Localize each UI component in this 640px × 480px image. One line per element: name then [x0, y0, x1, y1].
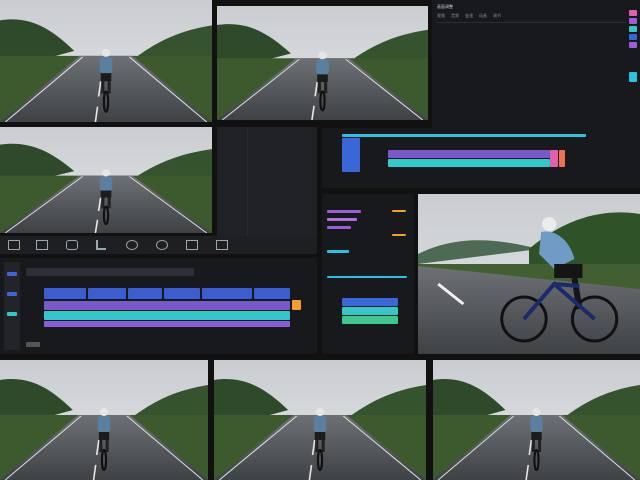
- track-purple[interactable]: [388, 150, 550, 158]
- timeline-progress: [342, 134, 586, 137]
- menu-video[interactable]: 视频: [437, 13, 445, 18]
- menu-adjust[interactable]: 调节: [493, 13, 501, 18]
- adjustment-panel: [322, 194, 414, 354]
- track-teal[interactable]: [388, 159, 550, 167]
- menu-audio[interactable]: 音频: [451, 13, 459, 18]
- purple-track[interactable]: [44, 301, 290, 310]
- window-title: 画面调整: [437, 4, 453, 9]
- clip-4[interactable]: [164, 288, 200, 299]
- timeline-editor: [0, 258, 317, 354]
- cyclist-photo-2: [217, 6, 428, 120]
- menu-speed[interactable]: 变速: [465, 13, 473, 18]
- zoom-control[interactable]: [26, 342, 40, 347]
- ruler: [26, 268, 194, 276]
- value-1: [392, 210, 406, 212]
- clip-1[interactable]: [44, 288, 86, 299]
- track-marker-red[interactable]: [559, 150, 565, 167]
- cyclist-photo-3: [0, 127, 212, 233]
- color-swatch-purple-2[interactable]: [629, 42, 637, 48]
- preview-placeholder: [217, 127, 317, 251]
- cyclist-photo-6: [214, 360, 426, 480]
- speed-icon[interactable]: [186, 240, 198, 250]
- cyclist-photo-7: [433, 360, 640, 480]
- delete-icon[interactable]: [36, 240, 48, 250]
- teal-track[interactable]: [44, 311, 290, 320]
- clip-thumb[interactable]: [342, 138, 360, 172]
- preview-teal[interactable]: [342, 307, 398, 315]
- clip-6[interactable]: [254, 288, 290, 299]
- track-headers: [4, 262, 20, 350]
- crop-icon[interactable]: [96, 240, 106, 250]
- slider-1[interactable]: [327, 210, 361, 213]
- cyclist-photo-1: [0, 0, 212, 122]
- audio-icon[interactable]: [216, 240, 228, 250]
- playhead-marker[interactable]: [292, 300, 301, 310]
- slider-2[interactable]: [327, 218, 357, 221]
- editor-top-panel: 画面调整 视频 音频 变速 动画 调节: [432, 0, 640, 128]
- divider-cyan: [327, 276, 407, 278]
- toolbar: [0, 236, 317, 254]
- color-swatch-blue[interactable]: [629, 34, 637, 40]
- color-swatch-pink[interactable]: [629, 10, 637, 16]
- cyclist-photo-4: [418, 194, 640, 354]
- preview-blue[interactable]: [342, 298, 398, 306]
- freeze-icon[interactable]: [66, 240, 78, 250]
- value-2: [392, 234, 406, 236]
- color-swatch-purple[interactable]: [629, 18, 637, 24]
- slider-3[interactable]: [327, 226, 351, 229]
- color-swatch-teal[interactable]: [629, 26, 637, 32]
- preview-green[interactable]: [342, 316, 398, 324]
- clip-2[interactable]: [88, 288, 126, 299]
- track-marker-pink[interactable]: [550, 150, 558, 167]
- rotate-icon[interactable]: [156, 240, 168, 250]
- menu-animation[interactable]: 动画: [479, 13, 487, 18]
- split-icon[interactable]: [8, 240, 20, 250]
- slider-4[interactable]: [327, 250, 349, 253]
- color-swatch-cyan[interactable]: [629, 72, 637, 82]
- clip-5[interactable]: [202, 288, 252, 299]
- divider: [436, 22, 626, 23]
- clip-3[interactable]: [128, 288, 162, 299]
- mirror-icon[interactable]: [126, 240, 138, 250]
- purple-track-2[interactable]: [44, 321, 290, 327]
- cyclist-photo-5: [0, 360, 208, 480]
- timeline-preview-panel: [322, 128, 640, 188]
